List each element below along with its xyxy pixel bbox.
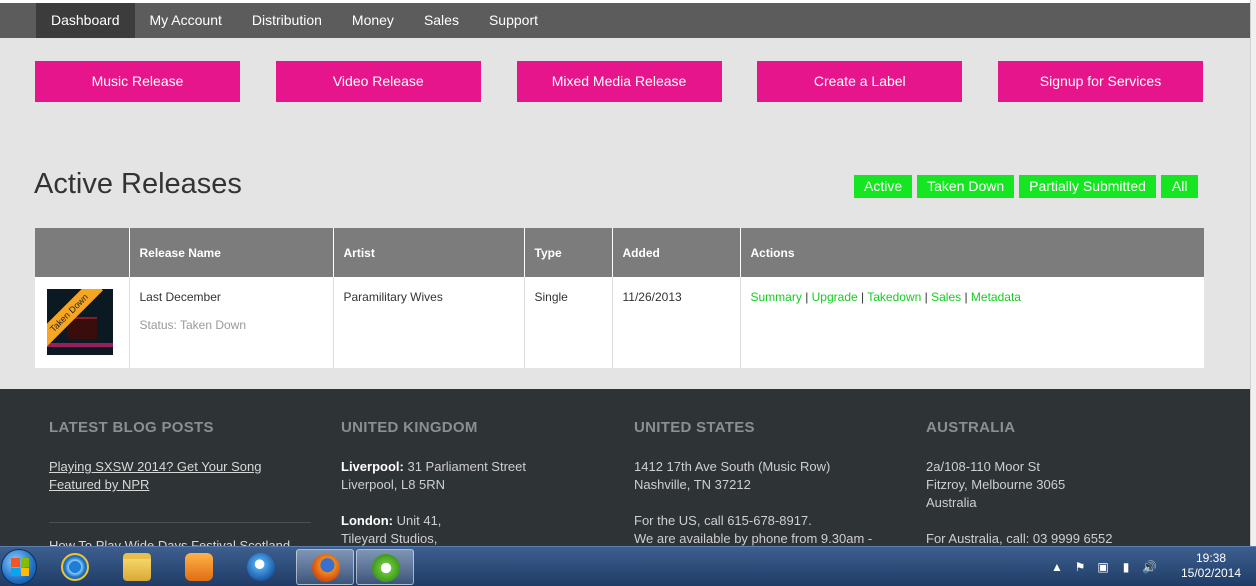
takedown-link[interactable]: Takedown xyxy=(867,290,921,304)
signup-services-button[interactable]: Signup for Services xyxy=(998,61,1203,102)
windows-explorer-taskbar-icon[interactable] xyxy=(108,549,166,585)
col-actions: Actions xyxy=(740,228,1204,277)
london-address: Unit 41, xyxy=(396,513,442,528)
footer-au: AUSTRALIA 2a/108-110 Moor St Fitzroy, Me… xyxy=(926,419,1186,548)
quick-actions: Music Release Video Release Mixed Media … xyxy=(35,61,1203,102)
table-row: Taken Down Last December Status: Taken D… xyxy=(35,277,1204,368)
internet-explorer-icon xyxy=(61,553,89,581)
footer-us: UNITED STATES 1412 17th Ave South (Music… xyxy=(634,419,894,548)
au-address-line1: 2a/108-110 Moor St xyxy=(926,459,1040,474)
windows-taskbar: ▲ ⚑ ▣ ▮ 🔊 19:38 15/02/2014 xyxy=(0,546,1256,586)
london-label: London: xyxy=(341,513,393,528)
nav-dashboard[interactable]: Dashboard xyxy=(36,3,135,38)
network-signal-icon[interactable]: ▮ xyxy=(1119,560,1133,574)
footer-uk: UNITED KINGDOM Liverpool: 31 Parliament … xyxy=(341,419,591,548)
cover-band xyxy=(47,343,113,347)
firefox-icon xyxy=(312,554,340,582)
type-cell: Single xyxy=(524,277,613,368)
release-status: Status: Taken Down xyxy=(139,318,247,332)
music-release-button[interactable]: Music Release xyxy=(35,61,240,102)
artist-cell: Paramilitary Wives xyxy=(333,277,525,368)
filter-taken-down-button[interactable]: Taken Down xyxy=(917,175,1015,198)
create-label-button[interactable]: Create a Label xyxy=(757,61,963,102)
footer-us-heading: UNITED STATES xyxy=(634,419,755,436)
media-player-icon xyxy=(185,553,213,581)
sales-link[interactable]: Sales xyxy=(931,290,961,304)
clock-date: 15/02/2014 xyxy=(1180,566,1242,580)
windows-logo-icon xyxy=(11,558,29,576)
liverpool-address: 31 Parliament Street xyxy=(407,459,526,474)
release-filters: Active Taken Down Partially Submitted Al… xyxy=(854,175,1199,198)
window-scrollbar[interactable] xyxy=(1250,0,1256,548)
device-icon[interactable]: ▣ xyxy=(1096,560,1110,574)
folder-icon xyxy=(123,553,151,581)
internet-explorer-taskbar-icon[interactable] xyxy=(46,549,104,585)
nav-support[interactable]: Support xyxy=(474,3,553,38)
actions-cell: Summary | Upgrade | Takedown | Sales | M… xyxy=(740,277,1204,368)
footer-au-heading: AUSTRALIA xyxy=(926,419,1016,436)
filter-active-button[interactable]: Active xyxy=(854,175,913,198)
release-name-cell: Last December Status: Taken Down xyxy=(129,277,334,368)
page-title: Active Releases xyxy=(34,168,242,200)
footer-divider xyxy=(49,522,311,523)
col-type: Type xyxy=(524,228,613,277)
au-country: Australia xyxy=(926,495,977,510)
us-address-line2: Nashville, TN 37212 xyxy=(634,477,751,492)
footer-uk-heading: UNITED KINGDOM xyxy=(341,419,478,436)
col-release-name: Release Name xyxy=(129,228,334,277)
filter-all-button[interactable]: All xyxy=(1160,175,1199,198)
taskbar-clock[interactable]: 19:38 15/02/2014 xyxy=(1176,551,1246,581)
added-cell: 11/26/2013 xyxy=(612,277,741,368)
nav-money[interactable]: Money xyxy=(337,3,409,38)
col-cover xyxy=(35,228,130,277)
nav-sales[interactable]: Sales xyxy=(409,3,474,38)
nav-my-account[interactable]: My Account xyxy=(135,3,237,38)
releases-table: Release Name Artist Type Added Actions T… xyxy=(35,228,1204,368)
metadata-link[interactable]: Metadata xyxy=(971,290,1021,304)
au-address-line2: Fitzroy, Melbourne 3065 xyxy=(926,477,1066,492)
table-header-row: Release Name Artist Type Added Actions xyxy=(35,228,1204,277)
col-artist: Artist xyxy=(333,228,525,277)
video-release-button[interactable]: Video Release xyxy=(275,61,481,102)
liverpool-label: Liverpool: xyxy=(341,459,404,474)
utorrent-taskbar-icon[interactable] xyxy=(356,549,414,585)
cover-cell: Taken Down xyxy=(35,277,130,368)
media-player-taskbar-icon[interactable] xyxy=(170,549,228,585)
main-nav: Dashboard My Account Distribution Money … xyxy=(0,3,1250,38)
thunderbird-taskbar-icon[interactable] xyxy=(232,549,290,585)
thunderbird-icon xyxy=(247,553,275,581)
start-button[interactable] xyxy=(1,549,37,585)
col-added: Added xyxy=(612,228,741,277)
summary-link[interactable]: Summary xyxy=(751,290,802,304)
volume-icon[interactable]: 🔊 xyxy=(1142,560,1157,574)
firefox-taskbar-icon[interactable] xyxy=(296,549,354,585)
footer-blog-heading: LATEST BLOG POSTS xyxy=(49,419,214,436)
us-address-line1: 1412 17th Ave South (Music Row) xyxy=(634,459,831,474)
action-center-flag-icon[interactable]: ⚑ xyxy=(1073,560,1087,574)
site-footer: LATEST BLOG POSTS Playing SXSW 2014? Get… xyxy=(0,389,1250,548)
liverpool-city: Liverpool, L8 5RN xyxy=(341,477,446,492)
system-tray: ▲ ⚑ ▣ ▮ 🔊 xyxy=(1050,547,1165,586)
release-name: Last December xyxy=(139,290,221,304)
clock-time: 19:38 xyxy=(1195,551,1227,565)
us-phone: For the US, call 615-678-8917. xyxy=(634,513,812,528)
footer-blog: LATEST BLOG POSTS Playing SXSW 2014? Get… xyxy=(49,419,311,548)
show-hidden-icons-icon[interactable]: ▲ xyxy=(1050,560,1064,574)
filter-partially-submitted-button[interactable]: Partially Submitted xyxy=(1019,175,1156,198)
mixed-media-release-button[interactable]: Mixed Media Release xyxy=(516,61,722,102)
album-cover-thumbnail[interactable]: Taken Down xyxy=(47,289,113,355)
utorrent-icon xyxy=(372,554,400,582)
nav-distribution[interactable]: Distribution xyxy=(237,3,337,38)
blog-post-link[interactable]: Playing SXSW 2014? Get Your Song Feature… xyxy=(49,459,261,492)
upgrade-link[interactable]: Upgrade xyxy=(812,290,858,304)
